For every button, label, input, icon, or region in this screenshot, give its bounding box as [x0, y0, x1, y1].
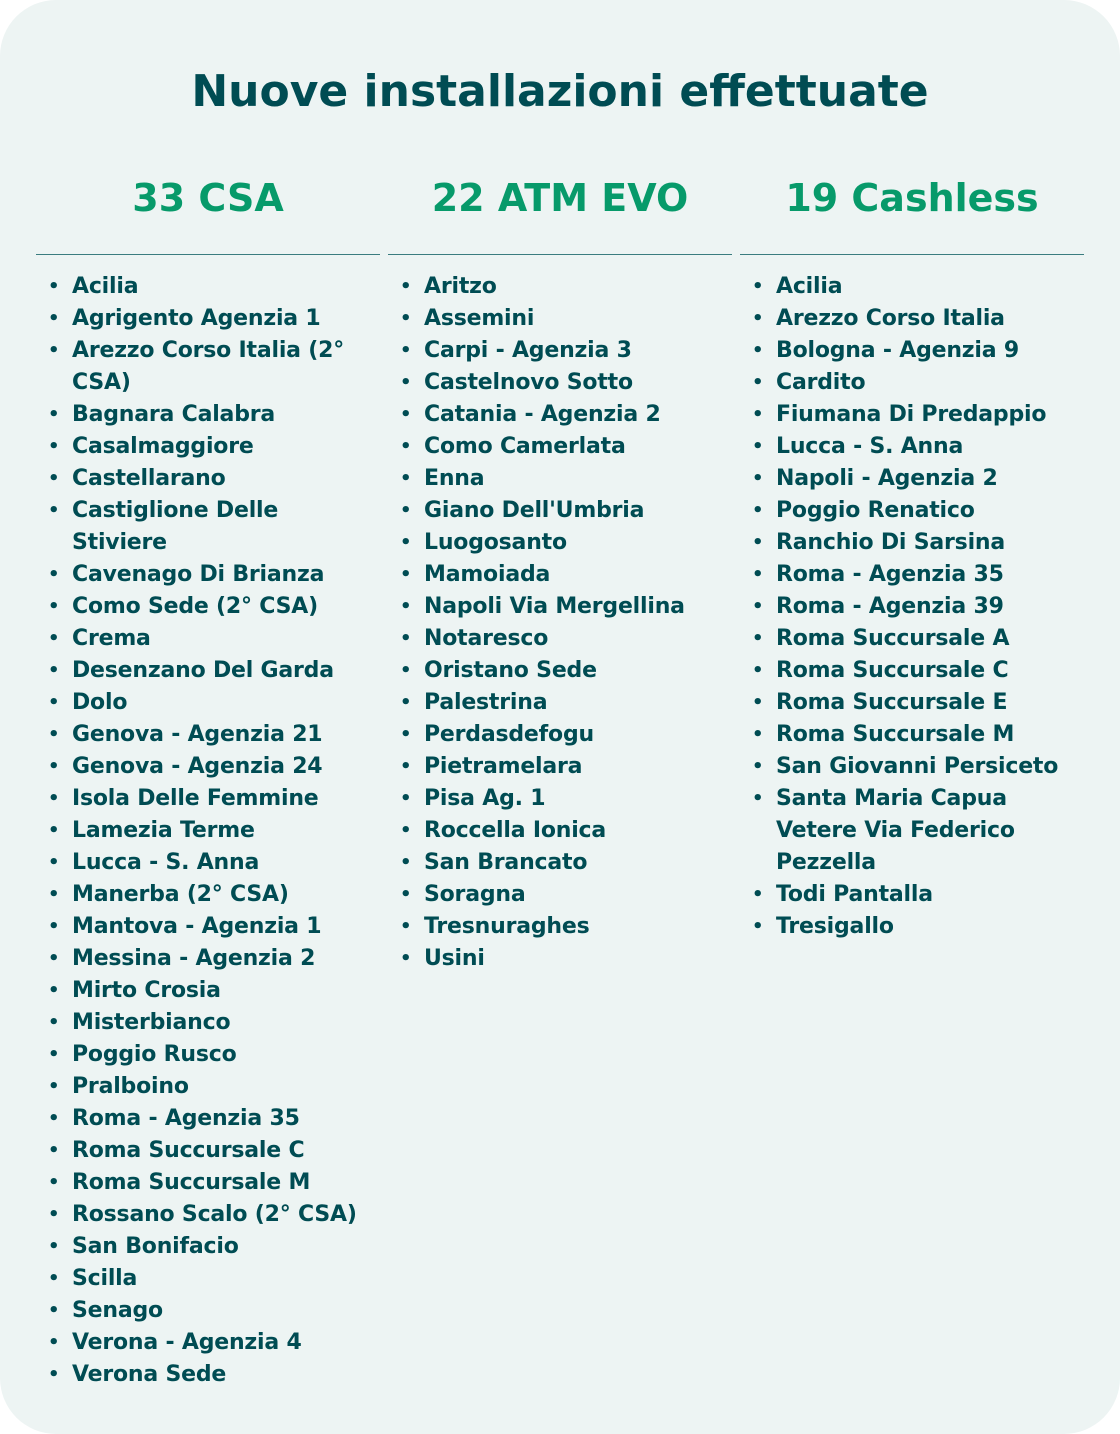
list-item: Napoli - Agenzia 2 — [740, 463, 1084, 495]
list-item: Perdasdefogu — [388, 719, 732, 751]
list-item: Verona - Agenzia 4 — [36, 1327, 380, 1359]
list-item: Soragna — [388, 879, 732, 911]
list-item: Manerba (2° CSA) — [36, 879, 380, 911]
list-item: Lucca - S. Anna — [36, 847, 380, 879]
list-item: Rossano Scalo (2° CSA) — [36, 1199, 380, 1231]
list-item: Giano Dell'Umbria — [388, 495, 732, 527]
list-item: Desenzano Del Garda — [36, 655, 380, 687]
list-item: Roma Succursale M — [36, 1167, 380, 1199]
list-item: Roma Succursale E — [740, 687, 1084, 719]
installations-card: Nuove installazioni effettuate 33 CSA Ac… — [0, 0, 1120, 1434]
list-item: Poggio Renatico — [740, 495, 1084, 527]
column-divider — [36, 254, 380, 255]
list-item: Arezzo Corso Italia — [740, 303, 1084, 335]
column-atm-evo: 22 ATM EVO AritzoAsseminiCarpi - Agenzia… — [388, 168, 732, 975]
list-item: Tresigallo — [740, 911, 1084, 943]
list-item: Carpi - Agenzia 3 — [388, 335, 732, 367]
list-item: Roma Succursale C — [740, 655, 1084, 687]
list-item: Agrigento Agenzia 1 — [36, 303, 380, 335]
list-item: Fiumana Di Predappio — [740, 399, 1084, 431]
column-csa: 33 CSA AciliaAgrigento Agenzia 1Arezzo C… — [36, 168, 380, 1391]
list-item: Mamoiada — [388, 559, 732, 591]
list-item: Misterbianco — [36, 1007, 380, 1039]
list-item: Roma Succursale M — [740, 719, 1084, 751]
list-item: Notaresco — [388, 623, 732, 655]
list-item: San Brancato — [388, 847, 732, 879]
column-divider — [740, 254, 1084, 255]
list-item: Castelnovo Sotto — [388, 367, 732, 399]
list-item: Catania - Agenzia 2 — [388, 399, 732, 431]
list-item: Arezzo Corso Italia (2° CSA) — [36, 335, 380, 399]
list-item: Lamezia Terme — [36, 815, 380, 847]
list-item: Luogosanto — [388, 527, 732, 559]
list-item: Scilla — [36, 1263, 380, 1295]
list-item: Bologna - Agenzia 9 — [740, 335, 1084, 367]
column-header-cashless: 19 Cashless — [785, 176, 1039, 220]
column-divider — [388, 254, 732, 255]
list-item: Roccella Ionica — [388, 815, 732, 847]
list-item: Lucca - S. Anna — [740, 431, 1084, 463]
list-item: Mirto Crosia — [36, 975, 380, 1007]
list-item: Roma - Agenzia 35 — [36, 1103, 380, 1135]
list-item: Ranchio Di Sarsina — [740, 527, 1084, 559]
list-item: Genova - Agenzia 24 — [36, 751, 380, 783]
list-item: Poggio Rusco — [36, 1039, 380, 1071]
list-item: San Bonifacio — [36, 1231, 380, 1263]
location-list-cashless: AciliaArezzo Corso ItaliaBologna - Agenz… — [740, 271, 1084, 943]
list-item: Oristano Sede — [388, 655, 732, 687]
list-item: Como Camerlata — [388, 431, 732, 463]
list-item: Todi Pantalla — [740, 879, 1084, 911]
list-item: Acilia — [740, 271, 1084, 303]
list-item: Enna — [388, 463, 732, 495]
list-item: Castellarano — [36, 463, 380, 495]
list-item: Bagnara Calabra — [36, 399, 380, 431]
list-item: San Giovanni Persiceto — [740, 751, 1084, 783]
column-header-csa: 33 CSA — [132, 176, 284, 220]
location-list-atm-evo: AritzoAsseminiCarpi - Agenzia 3Castelnov… — [388, 271, 732, 975]
list-item: Messina - Agenzia 2 — [36, 943, 380, 975]
list-item: Pietramelara — [388, 751, 732, 783]
list-item: Crema — [36, 623, 380, 655]
page-title: Nuove installazioni effettuate — [191, 66, 929, 117]
location-list-csa: AciliaAgrigento Agenzia 1Arezzo Corso It… — [36, 271, 380, 1391]
list-item: Dolo — [36, 687, 380, 719]
column-header-atm-evo: 22 ATM EVO — [431, 176, 689, 220]
list-item: Genova - Agenzia 21 — [36, 719, 380, 751]
list-item: Pralboino — [36, 1071, 380, 1103]
list-item: Aritzo — [388, 271, 732, 303]
list-item: Tresnuraghes — [388, 911, 732, 943]
list-item: Roma - Agenzia 39 — [740, 591, 1084, 623]
list-item: Isola Delle Femmine — [36, 783, 380, 815]
list-item: Casalmaggiore — [36, 431, 380, 463]
list-item: Roma Succursale C — [36, 1135, 380, 1167]
list-item: Pisa Ag. 1 — [388, 783, 732, 815]
column-cashless: 19 Cashless AciliaArezzo Corso ItaliaBol… — [740, 168, 1084, 943]
list-item: Roma - Agenzia 35 — [740, 559, 1084, 591]
list-item: Assemini — [388, 303, 732, 335]
list-item: Cardito — [740, 367, 1084, 399]
list-item: Napoli Via Mergellina — [388, 591, 732, 623]
list-item: Como Sede (2° CSA) — [36, 591, 380, 623]
list-item: Usini — [388, 943, 732, 975]
list-item: Senago — [36, 1295, 380, 1327]
list-item: Cavenago Di Brianza — [36, 559, 380, 591]
list-item: Palestrina — [388, 687, 732, 719]
list-item: Verona Sede — [36, 1359, 380, 1391]
list-item: Mantova - Agenzia 1 — [36, 911, 380, 943]
list-item: Roma Succursale A — [740, 623, 1084, 655]
list-item: Castiglione Delle Stiviere — [36, 495, 380, 559]
list-item: Santa Maria Capua Vetere Via Federico Pe… — [740, 783, 1084, 879]
list-item: Acilia — [36, 271, 380, 303]
